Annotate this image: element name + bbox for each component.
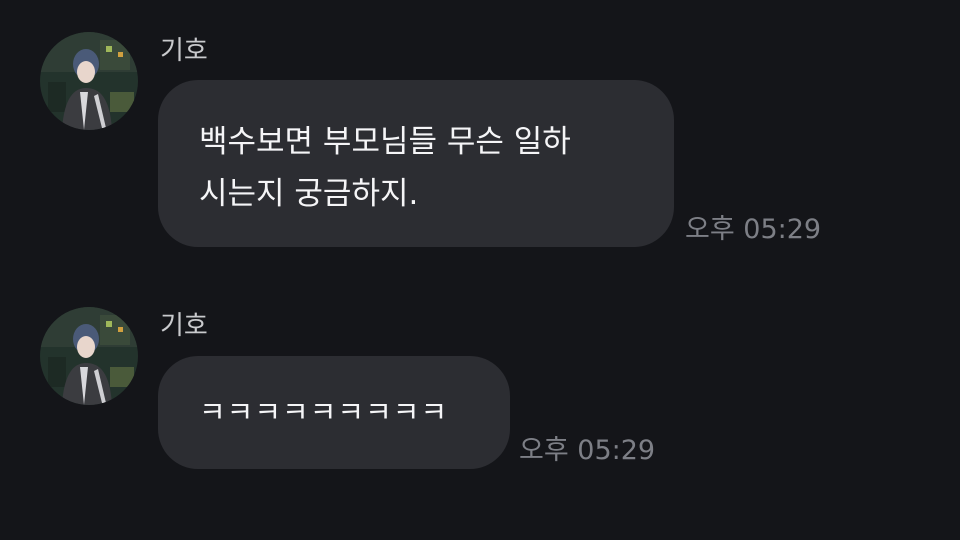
sender-name: 기호 bbox=[160, 311, 208, 341]
message-bubble[interactable]: 백수보면 부모님들 무슨 일하 시는지 궁금하지. bbox=[158, 80, 674, 247]
profile-photo bbox=[40, 32, 138, 130]
message-timestamp: 오후 05:29 bbox=[685, 214, 822, 245]
message-text: 백수보면 부모님들 무슨 일하 시는지 궁금하지. bbox=[199, 124, 571, 212]
avatar[interactable] bbox=[40, 32, 138, 130]
message-bubble[interactable]: ㅋㅋㅋㅋㅋㅋㅋㅋㅋ bbox=[158, 356, 510, 469]
message-timestamp: 오후 05:29 bbox=[519, 435, 656, 466]
profile-photo bbox=[40, 307, 138, 405]
message-text: ㅋㅋㅋㅋㅋㅋㅋㅋㅋ bbox=[199, 395, 449, 429]
sender-name: 기호 bbox=[160, 36, 208, 66]
avatar[interactable] bbox=[40, 307, 138, 405]
